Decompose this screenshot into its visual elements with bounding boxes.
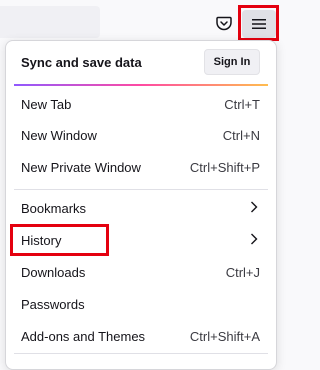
menu-item-shortcut: Ctrl+Shift+P xyxy=(189,160,260,175)
browser-toolbar xyxy=(0,0,282,41)
menu-item-label: New Tab xyxy=(21,97,72,112)
menu-separator xyxy=(14,189,268,190)
menu-item-label: Bookmarks xyxy=(21,201,87,216)
menu-item-shortcut: Ctrl+N xyxy=(222,128,260,143)
menu-item-add-ons-and-themes[interactable]: Add-ons and Themes Ctrl+Shift+A xyxy=(6,321,276,351)
menu-item-bookmarks[interactable]: Bookmarks xyxy=(6,193,276,223)
sync-row: Sync and save data Sign In xyxy=(6,41,276,84)
pocket-button[interactable] xyxy=(212,13,236,33)
open-menu-button[interactable] xyxy=(242,10,276,38)
menu-item-history[interactable]: History xyxy=(6,225,276,255)
sync-label: Sync and save data xyxy=(21,55,142,70)
sign-in-button[interactable]: Sign In xyxy=(204,49,260,75)
menu-item-label: New Window xyxy=(21,128,97,143)
menu-item-new-window[interactable]: New Window Ctrl+N xyxy=(6,120,276,150)
url-bar[interactable] xyxy=(0,6,100,38)
menu-item-new-tab[interactable]: New Tab Ctrl+T xyxy=(6,89,276,119)
app-menu-panel: Sync and save data Sign In New Tab Ctrl+… xyxy=(5,40,277,370)
accent-separator xyxy=(14,84,268,86)
menu-item-shortcut: Ctrl+T xyxy=(224,97,260,112)
menu-item-passwords[interactable]: Passwords xyxy=(6,289,276,319)
menu-item-label: New Private Window xyxy=(21,160,141,175)
menu-item-downloads[interactable]: Downloads Ctrl+J xyxy=(6,257,276,287)
menu-item-shortcut: Ctrl+J xyxy=(225,265,260,280)
menu-item-label: Downloads xyxy=(21,265,86,280)
menu-separator xyxy=(14,353,268,354)
menu-item-label: History xyxy=(21,233,62,248)
menu-item-new-private-window[interactable]: New Private Window Ctrl+Shift+P xyxy=(6,152,276,182)
pocket-icon xyxy=(216,16,232,30)
hamburger-menu-icon xyxy=(252,19,266,29)
menu-item-label: Passwords xyxy=(21,297,85,312)
chevron-right-icon xyxy=(250,201,258,216)
chevron-right-icon xyxy=(250,233,258,248)
menu-item-shortcut: Ctrl+Shift+A xyxy=(189,329,260,344)
menu-item-label: Add-ons and Themes xyxy=(21,329,146,344)
